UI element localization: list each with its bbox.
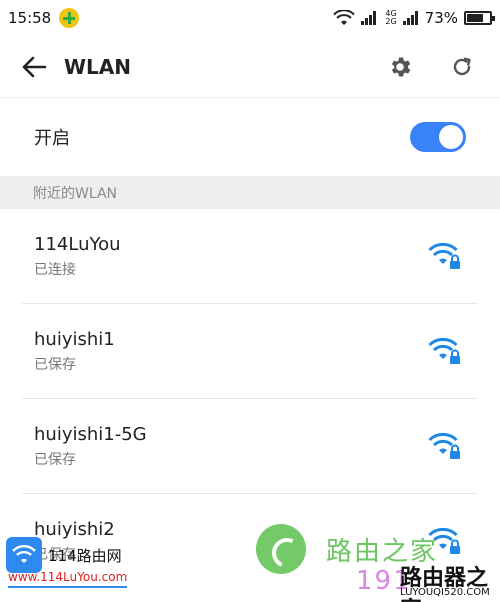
- wlan-switch[interactable]: [410, 122, 466, 152]
- signal-icon-2: [402, 11, 418, 25]
- network-item[interactable]: huiyishi1-5G 已保存: [0, 399, 500, 494]
- refresh-icon: [453, 56, 471, 75]
- network-name: huiyishi1-5G: [34, 424, 147, 445]
- watermark-left-url: www.114LuYou.com: [8, 570, 128, 588]
- network-item[interactable]: 114LuYou 已连接: [0, 209, 500, 304]
- wifi-lock-icon: [428, 337, 460, 364]
- notification-plus-icon: [59, 8, 80, 28]
- back-button[interactable]: [14, 47, 54, 87]
- watermark-left: 114路由网: [6, 537, 122, 573]
- watermark-right-domain: LUYOUQI520.COM: [400, 587, 490, 598]
- network-status: 已保存: [34, 357, 76, 373]
- battery-fill: [467, 14, 483, 22]
- network-status: 已保存: [34, 452, 76, 468]
- gear-icon: [391, 56, 411, 77]
- network-type-label: 4G 2G: [385, 9, 397, 26]
- status-bar: 15:58 4G 2G 73%: [0, 0, 500, 36]
- battery-icon: [464, 11, 495, 25]
- watermark-logo-icon: [256, 524, 306, 574]
- refresh-button[interactable]: [442, 47, 482, 87]
- arrow-left-icon: [22, 56, 47, 77]
- section-title: 附近的WLAN: [33, 185, 118, 202]
- network-status: 已连接: [34, 262, 76, 278]
- network-name: huiyishi1: [34, 329, 115, 350]
- battery-percent: 73%: [424, 9, 458, 27]
- app-bar: WLAN: [0, 36, 500, 98]
- page-title: WLAN: [64, 54, 132, 79]
- network-name: 114LuYou: [34, 234, 121, 255]
- network-item[interactable]: huiyishi1 已保存: [0, 304, 500, 399]
- settings-button[interactable]: [380, 47, 420, 87]
- section-header: 附近的WLAN: [0, 176, 500, 209]
- watermark-wifi-icon: [6, 537, 42, 573]
- wifi-lock-icon: [428, 432, 460, 459]
- wlan-toggle-label: 开启: [34, 128, 70, 149]
- switch-knob: [439, 125, 463, 149]
- wifi-status-icon: [333, 10, 356, 25]
- watermark-left-brand: 114路由网: [48, 546, 122, 565]
- status-time: 15:58: [8, 9, 52, 27]
- signal-icon: [361, 11, 377, 25]
- wifi-lock-icon: [428, 242, 460, 269]
- wlan-toggle-row: 开启: [0, 98, 500, 176]
